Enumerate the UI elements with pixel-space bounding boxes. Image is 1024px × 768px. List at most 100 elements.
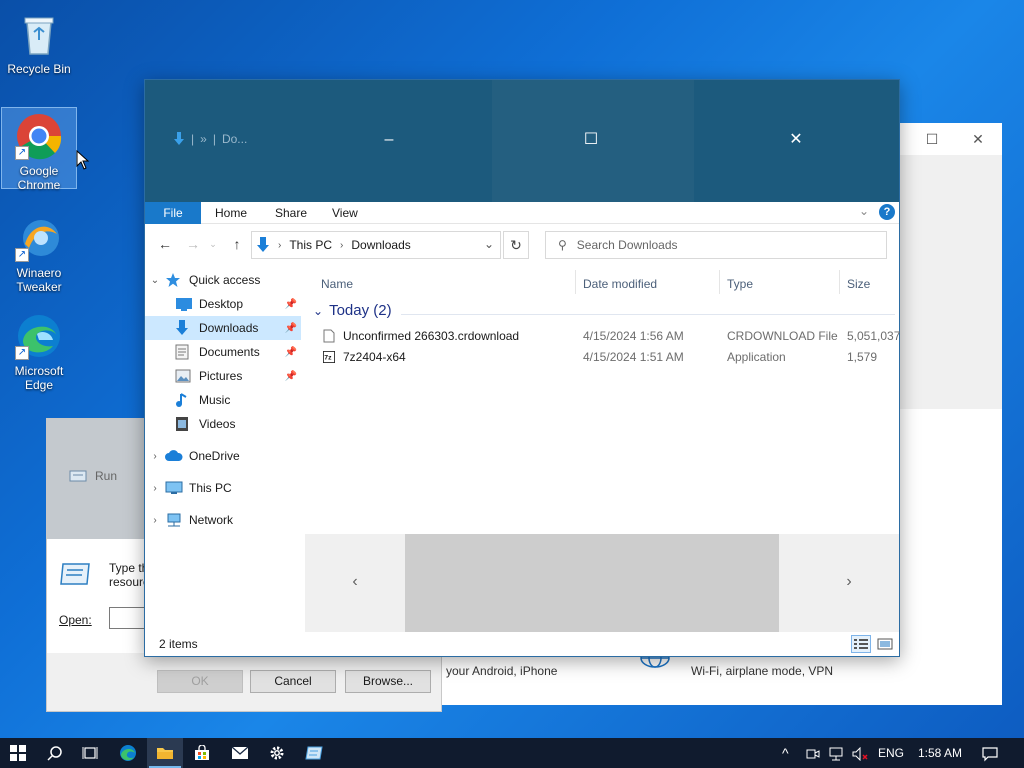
status-bar: 2 items xyxy=(145,632,899,656)
tab-home[interactable]: Home xyxy=(203,202,259,224)
nav-videos[interactable]: Videos xyxy=(145,412,301,436)
downloads-folder-icon xyxy=(257,237,269,252)
nav-quick-access[interactable]: ⌄ Quick access xyxy=(145,268,301,292)
desktop-icon-google-chrome[interactable]: ↗ Google Chrome xyxy=(1,107,77,192)
blank-file-icon xyxy=(323,329,335,343)
close-button[interactable]: ✕ xyxy=(781,128,811,152)
search-button[interactable] xyxy=(37,738,73,768)
nav-onedrive[interactable]: › OneDrive xyxy=(145,444,301,468)
meet-now-icon[interactable] xyxy=(806,738,820,768)
desktop-icon-label: Winaero Tweaker xyxy=(16,266,62,294)
task-view-button[interactable] xyxy=(72,738,108,768)
chrome-icon: ↗ xyxy=(15,112,63,160)
table-row[interactable]: Unconfirmed 266303.crdownload 4/15/2024 … xyxy=(321,326,900,346)
scrollbar-thumb[interactable] xyxy=(405,534,779,632)
nav-downloads[interactable]: Downloads 📌 xyxy=(145,316,301,340)
mouse-cursor-icon xyxy=(76,150,90,170)
large-icons-view-icon xyxy=(877,638,893,650)
taskbar-edge[interactable] xyxy=(110,738,146,768)
open-label: Open: xyxy=(59,613,92,627)
scroll-right-icon[interactable]: › xyxy=(839,572,859,592)
run-title-text: Run xyxy=(95,469,118,483)
edge-icon xyxy=(120,745,136,761)
back-button[interactable]: ← xyxy=(155,234,175,254)
browse-button[interactable]: Browse... xyxy=(345,670,431,693)
address-dropdown-icon[interactable]: ⌄ xyxy=(484,237,494,251)
network-tray-icon[interactable] xyxy=(828,738,844,768)
taskbar-settings[interactable] xyxy=(259,738,295,768)
column-header-date[interactable]: Date modified xyxy=(583,272,657,296)
taskbar-file-explorer[interactable] xyxy=(147,738,183,768)
overflow-chevron-icon[interactable]: » xyxy=(200,132,207,146)
collapse-chevron-icon[interactable]: ⌄ xyxy=(313,304,323,318)
desktop-icon-label: Microsoft Edge xyxy=(14,364,64,392)
taskbar-mail[interactable] xyxy=(222,738,258,768)
ok-button[interactable]: OK xyxy=(157,670,243,693)
minimize-button[interactable]: – xyxy=(374,128,404,152)
scroll-left-icon[interactable]: ‹ xyxy=(345,572,365,592)
maximize-button[interactable]: ☐ xyxy=(576,128,606,152)
breadcrumb-this-pc[interactable]: This PC xyxy=(289,238,332,252)
music-icon xyxy=(175,392,193,408)
horizontal-scrollbar[interactable]: ‹ › xyxy=(305,534,899,632)
column-divider xyxy=(839,270,840,294)
search-input[interactable]: ⚲ Search Downloads xyxy=(545,231,887,259)
tab-file[interactable]: File xyxy=(145,202,201,224)
breadcrumb-downloads[interactable]: Downloads xyxy=(351,238,410,252)
nav-this-pc[interactable]: › This PC xyxy=(145,476,301,500)
notification-center-button[interactable] xyxy=(982,738,998,768)
column-header-type[interactable]: Type xyxy=(727,272,753,296)
nav-label: Downloads xyxy=(199,321,259,335)
details-view-button[interactable] xyxy=(851,635,871,653)
nav-label: Network xyxy=(189,513,234,527)
column-header-name[interactable]: Name xyxy=(321,272,353,296)
volume-tray-icon[interactable] xyxy=(852,738,870,768)
expand-chevron-icon[interactable]: › xyxy=(145,483,165,494)
run-program-icon xyxy=(60,563,90,585)
tab-share[interactable]: Share xyxy=(263,202,319,224)
nav-documents[interactable]: Documents 📌 xyxy=(145,340,301,364)
expand-chevron-icon[interactable]: › xyxy=(145,451,165,462)
ribbon-expand-chevron-icon[interactable]: ⌄ xyxy=(859,204,869,218)
maximize-button[interactable]: ☐ xyxy=(922,129,942,149)
pictures-icon xyxy=(175,368,193,384)
refresh-button[interactable]: ↻ xyxy=(503,231,529,259)
taskbar-store[interactable] xyxy=(184,738,220,768)
nav-music[interactable]: Music xyxy=(145,388,301,412)
phone-settings-desc: your Android, iPhone xyxy=(446,664,558,678)
desktop-icon-recycle-bin[interactable]: Recycle Bin xyxy=(1,6,77,80)
start-button[interactable] xyxy=(0,738,36,768)
large-icons-view-button[interactable] xyxy=(875,635,895,653)
group-divider xyxy=(401,314,895,315)
tab-view[interactable]: View xyxy=(320,202,370,224)
column-header-size[interactable]: Size xyxy=(847,272,870,296)
expand-chevron-icon[interactable]: ⌄ xyxy=(145,275,165,286)
taskbar-run[interactable] xyxy=(296,738,332,768)
forward-button[interactable]: → xyxy=(183,234,203,254)
file-name: Unconfirmed 266303.crdownload xyxy=(343,329,520,343)
expand-chevron-icon[interactable]: › xyxy=(145,515,165,526)
explorer-titlebar[interactable]: | » | Do... – ☐ ✕ xyxy=(145,80,899,202)
help-icon[interactable]: ? xyxy=(879,204,895,220)
recent-locations-chevron-icon[interactable]: ⌄ xyxy=(203,234,223,254)
close-button[interactable]: ✕ xyxy=(968,129,988,149)
show-hidden-icons-button[interactable]: ^ xyxy=(782,738,789,768)
group-header-today[interactable]: ⌄ Today (2) xyxy=(313,302,392,319)
nav-pictures[interactable]: Pictures 📌 xyxy=(145,364,301,388)
nav-desktop[interactable]: Desktop 📌 xyxy=(145,292,301,316)
task-view-icon xyxy=(82,747,98,759)
desktop-icon-winaero-tweaker[interactable]: ↗ Winaero Tweaker xyxy=(1,210,77,298)
pin-icon: 📌 xyxy=(284,346,297,358)
download-arrow-icon[interactable] xyxy=(173,132,185,146)
cancel-button[interactable]: Cancel xyxy=(250,670,336,693)
up-button[interactable]: ↑ xyxy=(227,234,247,254)
nav-label: Music xyxy=(199,393,231,407)
folder-icon xyxy=(157,748,173,759)
clock[interactable]: 1:58 AM xyxy=(918,738,962,768)
table-row[interactable]: 7z 7z2404-x64 4/15/2024 1:51 AM Applicat… xyxy=(321,347,897,367)
desktop-icon-microsoft-edge[interactable]: ↗ Microsoft Edge xyxy=(1,308,77,396)
nav-network[interactable]: › Network xyxy=(145,508,301,532)
input-language[interactable]: ENG xyxy=(878,738,904,768)
address-bar[interactable]: › This PC › Downloads ⌄ xyxy=(251,231,501,259)
speaker-muted-icon xyxy=(852,746,868,762)
